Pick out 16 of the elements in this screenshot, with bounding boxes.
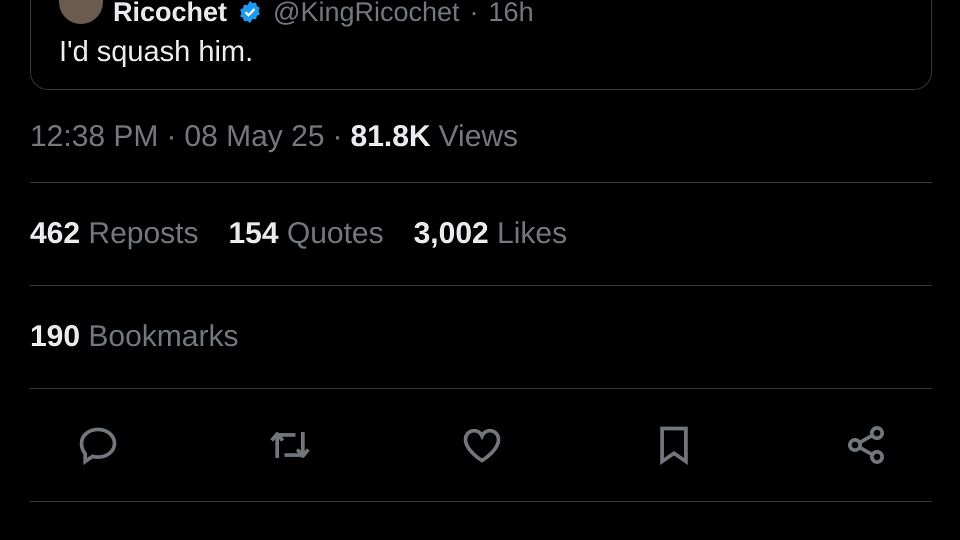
author-name: Ricochet xyxy=(113,0,228,28)
views-label: Views xyxy=(438,120,518,154)
post-time: 12:38 PM xyxy=(30,120,158,154)
views-count: 81.8K xyxy=(350,120,431,154)
separator-dot: · xyxy=(470,0,479,28)
stat-link[interactable]: 462 Reposts xyxy=(30,217,198,251)
author-handle: @KingRicochet xyxy=(273,0,460,28)
separator-dot: · xyxy=(166,120,176,154)
separator-dot: · xyxy=(332,120,343,154)
post-date: 08 May 25 xyxy=(184,120,325,154)
stat-link[interactable]: 3,002 Likes xyxy=(414,217,568,251)
quoted-tweet-text: I'd squash him. xyxy=(59,36,254,69)
bookmarks-link[interactable]: 190 Bookmarks xyxy=(30,320,238,354)
stat-link[interactable]: 154 Quotes xyxy=(228,217,384,251)
post-time: 16h xyxy=(488,0,534,28)
quoted-tweet-card[interactable]: Ricochet @KingRicochet · 16h I'd squash him. xyxy=(30,0,932,90)
